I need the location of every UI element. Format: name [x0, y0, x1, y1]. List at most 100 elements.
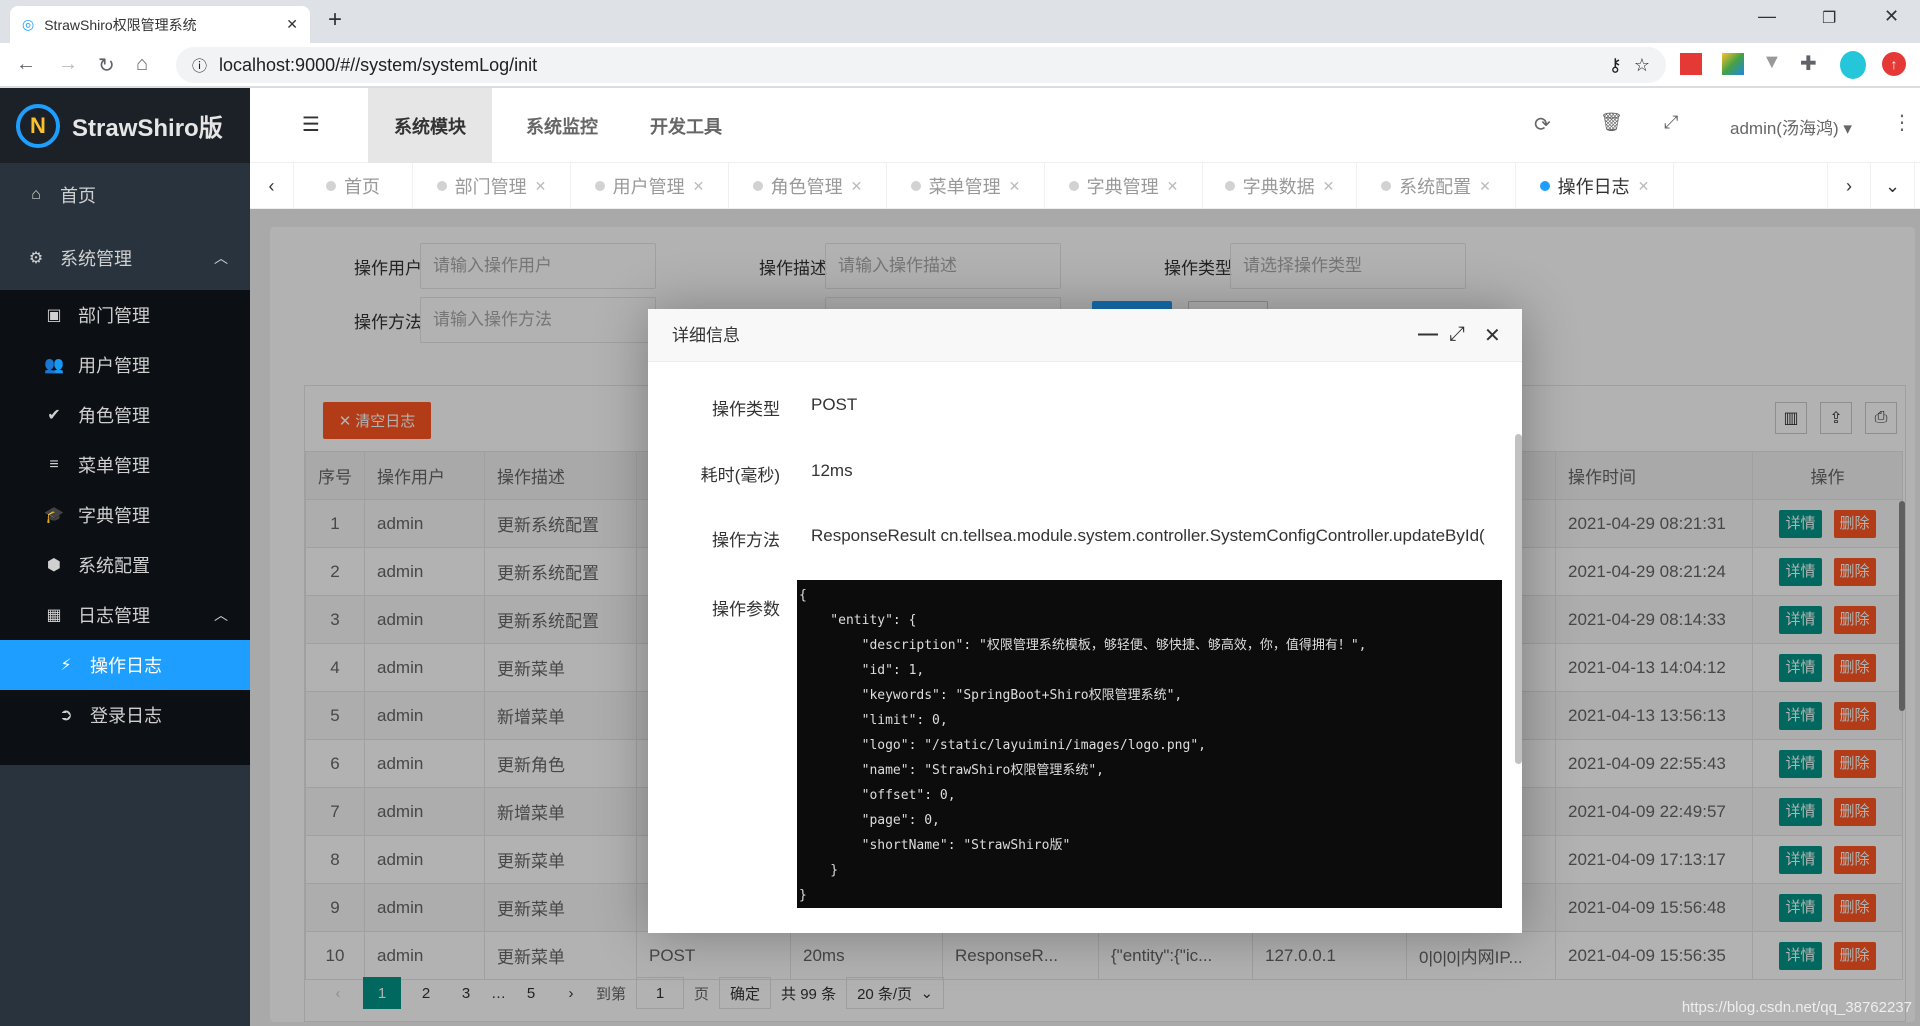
app-header: ☰ 系统模块 系统监控 开发工具 ⟳ 🗑 ⤢ admin(汤海鸿) ▾ ⋮: [250, 88, 1920, 163]
field-label: 耗时(毫秒): [700, 466, 780, 485]
module-tab-system[interactable]: 系统模块: [368, 88, 492, 163]
new-tab-icon[interactable]: +: [328, 6, 342, 34]
close-icon[interactable]: ✕: [1638, 178, 1650, 195]
minimize-icon[interactable]: —: [1758, 6, 1776, 27]
address-book-icon: ▣: [46, 307, 62, 324]
sidebar-item-system[interactable]: ⚙ 系统管理 ︿: [0, 233, 250, 283]
tabs-menu-button[interactable]: ⌄: [1871, 163, 1915, 209]
close-tab-icon[interactable]: ✕: [286, 16, 298, 33]
vue-extension-icon[interactable]: ▼: [1762, 51, 1782, 74]
graduation-cap-icon: 🎓: [44, 507, 64, 524]
user-menu[interactable]: admin(汤海鸿) ▾: [1730, 114, 1852, 139]
menu-toggle-icon[interactable]: ☰: [302, 112, 320, 137]
page-tab[interactable]: 用户管理 ✕: [571, 163, 729, 209]
tab-label: 系统配置: [1399, 177, 1472, 197]
forward-icon[interactable]: →: [58, 53, 78, 76]
params-code-block: { "entity": { "description": "权限管理系统模板，够…: [797, 580, 1502, 908]
menu-label: 用户管理: [78, 356, 150, 376]
star-icon[interactable]: ☆: [1634, 55, 1650, 76]
fullscreen-icon[interactable]: ⤢: [1664, 112, 1678, 133]
page-tab-strip: ‹ 首页 部门管理 ✕ 用户管理 ✕ 角色管理 ✕ 菜单管理 ✕ 字典管理 ✕ 字典数据 ✕…: [250, 163, 1920, 209]
sidebar-item-oplog[interactable]: ⚡ 操作日志: [0, 640, 250, 690]
close-icon[interactable]: ✕: [1484, 323, 1501, 348]
more-icon[interactable]: ⋮: [1892, 110, 1912, 135]
menu-label: 首页: [60, 186, 96, 206]
field-value-duration: 12ms: [811, 461, 853, 480]
module-tab-devtools[interactable]: 开发工具: [624, 88, 748, 163]
sidebar-item-home[interactable]: ⌂ 首页: [0, 170, 250, 220]
modal-scrollbar[interactable]: [1515, 434, 1522, 764]
profile-avatar[interactable]: [1840, 51, 1866, 79]
dot-icon: [910, 181, 921, 191]
close-icon[interactable]: ✕: [1009, 178, 1021, 195]
page-tab[interactable]: 首页: [294, 163, 413, 209]
url-input[interactable]: ⓘ localhost:9000/#//system/systemLog/ini…: [176, 47, 1666, 83]
user-name: admin(汤海鸿): [1730, 119, 1839, 138]
gears-icon: ⚙: [28, 250, 44, 267]
address-bar-row: ← → ↻ ⌂ ⓘ localhost:9000/#//system/syste…: [0, 43, 1920, 88]
page-tab[interactable]: 部门管理 ✕: [413, 163, 571, 209]
module-tab-monitor[interactable]: 系统监控: [500, 88, 624, 163]
sidebar-item-dept[interactable]: ▣ 部门管理: [0, 290, 250, 340]
close-window-icon[interactable]: ✕: [1884, 6, 1899, 27]
bars-icon: ≡: [49, 456, 59, 473]
sidebar-item-log[interactable]: ▦ 日志管理 ︿: [0, 590, 250, 640]
update-icon[interactable]: ↑: [1882, 52, 1906, 76]
hearing-icon: ⚡: [60, 657, 72, 674]
tabs-next-button[interactable]: ›: [1827, 163, 1871, 209]
trash-icon[interactable]: 🗑: [1600, 112, 1623, 133]
dot-icon: [1224, 181, 1235, 191]
fe-extension-icon[interactable]: [1680, 53, 1702, 75]
minimize-icon[interactable]: —: [1418, 323, 1438, 346]
menu-label: 系统配置: [78, 556, 150, 576]
close-icon[interactable]: ✕: [1167, 178, 1179, 195]
back-icon[interactable]: ←: [16, 53, 36, 76]
chevron-up-icon: ︿: [214, 250, 228, 266]
close-icon[interactable]: ✕: [693, 178, 705, 195]
sidebar-item-dict[interactable]: 🎓 字典管理: [0, 490, 250, 540]
puzzle-icon[interactable]: ✚: [1800, 51, 1817, 76]
home-icon[interactable]: ⌂: [136, 53, 148, 76]
tabs-prev-button[interactable]: ‹: [250, 163, 294, 209]
close-icon[interactable]: ✕: [535, 178, 547, 195]
modal-header: 详细信息: [648, 309, 1522, 362]
reload-icon[interactable]: ↻: [98, 53, 115, 78]
field-label: 操作方法: [712, 531, 780, 550]
tab-label: 首页: [344, 177, 380, 197]
field-label: 操作类型: [712, 400, 780, 419]
close-icon[interactable]: ✕: [1479, 178, 1491, 195]
extension-icon[interactable]: [1722, 53, 1744, 75]
browser-tab[interactable]: ◎ StrawShiro权限管理系统 ✕: [10, 6, 310, 43]
sidebar-item-role[interactable]: ✔ 角色管理: [0, 390, 250, 440]
page-tab-active[interactable]: 操作日志 ✕: [1516, 163, 1674, 209]
dot-icon: [1539, 181, 1550, 191]
restore-icon[interactable]: ❐: [1822, 8, 1836, 28]
home-icon: ⌂: [31, 186, 41, 203]
info-icon[interactable]: ⓘ: [192, 55, 207, 76]
refresh-icon[interactable]: ⟳: [1534, 112, 1551, 137]
key-icon[interactable]: ⚷: [1609, 55, 1622, 76]
page-tab[interactable]: 字典管理 ✕: [1045, 163, 1203, 209]
page-tab[interactable]: 角色管理 ✕: [729, 163, 887, 209]
tab-label: 操作日志: [1557, 177, 1630, 197]
sidebar-item-loginlog[interactable]: ➲ 登录日志: [0, 690, 250, 740]
maximize-icon[interactable]: ⤢: [1449, 323, 1465, 346]
sidebar-item-menu[interactable]: ≡ 菜单管理: [0, 440, 250, 490]
brand-name: StrawShiro版: [72, 115, 223, 142]
tab-label: 角色管理: [770, 177, 843, 197]
page-tab[interactable]: 系统配置 ✕: [1357, 163, 1516, 209]
detail-modal: 详细信息 — ⤢ ✕ 操作类型 POST 耗时(毫秒) 12ms 操作方法 Re…: [648, 309, 1522, 933]
page-tab[interactable]: 字典数据 ✕: [1203, 163, 1357, 209]
field-value-method: ResponseResult cn.tellsea.module.system.…: [811, 526, 1485, 545]
browser-tab-bar: ◎ StrawShiro权限管理系统 ✕ + — ❐ ✕: [0, 0, 1920, 43]
page-tab[interactable]: 菜单管理 ✕: [887, 163, 1045, 209]
close-icon[interactable]: ✕: [1323, 178, 1335, 195]
sidebar-item-user[interactable]: 👥 用户管理: [0, 340, 250, 390]
close-icon[interactable]: ✕: [851, 178, 863, 195]
chevron-up-icon: ︿: [214, 607, 228, 623]
tab-label: 字典管理: [1086, 177, 1159, 197]
logo: N StrawShiro版: [0, 88, 250, 163]
sidebar-item-config[interactable]: ⬢ 系统配置: [0, 540, 250, 590]
dot-icon: [326, 181, 336, 191]
